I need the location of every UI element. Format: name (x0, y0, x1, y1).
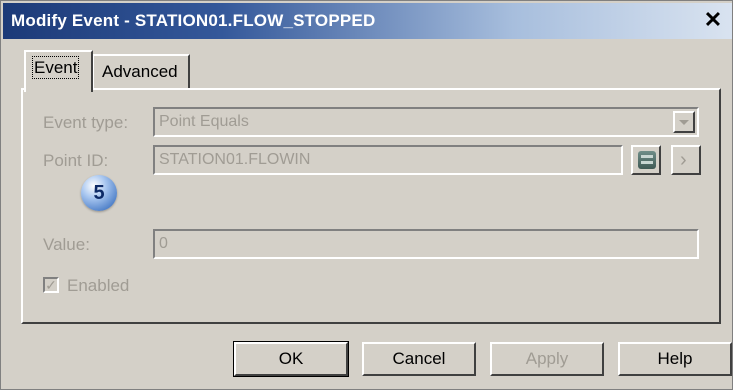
event-type-label: Event type: (43, 113, 129, 132)
event-type-dropdown-button[interactable] (673, 111, 695, 133)
title-bar[interactable]: Modify Event - STATION01.FLOW_STOPPED ✕ (3, 3, 732, 39)
point-id-label: Point ID: (43, 151, 109, 170)
step-callout-badge: 5 (81, 175, 117, 211)
tab-advanced[interactable]: Advanced (92, 54, 190, 88)
value-label: Value: (43, 235, 90, 254)
more-options-button[interactable]: › (671, 145, 701, 175)
event-type-select[interactable]: Point Equals (153, 107, 699, 137)
value-field[interactable]: 0 (153, 229, 699, 259)
value-value: 0 (159, 235, 168, 252)
apply-button[interactable]: Apply (490, 342, 604, 376)
close-button[interactable]: ✕ (702, 9, 724, 31)
help-button[interactable]: Help (618, 342, 732, 376)
enabled-checkbox[interactable]: ✓ (43, 277, 59, 293)
point-id-field[interactable]: STATION01.FLOWIN (153, 145, 623, 175)
tab-event-label: Event (31, 56, 80, 79)
window-title: Modify Event - STATION01.FLOW_STOPPED (11, 11, 376, 30)
enabled-label: Enabled (67, 276, 130, 295)
tab-event[interactable]: Event (24, 50, 93, 92)
database-icon (638, 151, 656, 169)
chevron-down-icon (679, 120, 689, 125)
chevron-right-icon: › (680, 149, 687, 171)
event-type-value: Point Equals (159, 113, 249, 130)
modify-event-dialog: Modify Event - STATION01.FLOW_STOPPED ✕ … (0, 0, 733, 390)
ok-button[interactable]: OK (233, 341, 349, 377)
cancel-button[interactable]: Cancel (362, 342, 476, 376)
point-id-value: STATION01.FLOWIN (159, 151, 311, 168)
point-browser-button[interactable] (631, 145, 661, 175)
tab-advanced-label: Advanced (102, 62, 178, 81)
